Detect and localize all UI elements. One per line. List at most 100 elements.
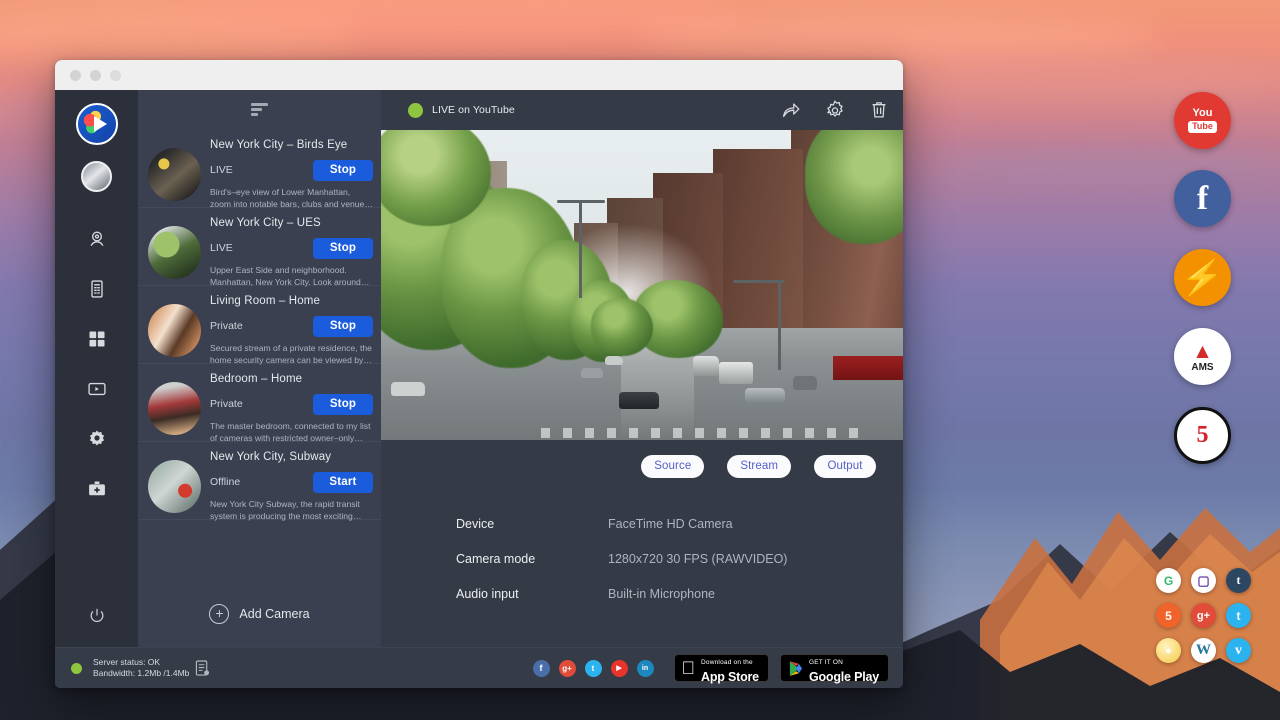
list-item[interactable]: Living Room – Home Private Stop Secured … xyxy=(138,286,381,364)
status-bar: Server status: OK Bandwidth: 1.2Mb /1.4M… xyxy=(55,647,903,688)
plus-circle-icon: + xyxy=(209,604,229,624)
camera-action-button[interactable]: Stop xyxy=(313,160,373,181)
camera-state: Private xyxy=(210,320,313,332)
list-item[interactable]: New York City – UES LIVE Stop Upper East… xyxy=(138,208,381,286)
youtube-label: You xyxy=(1193,108,1213,119)
zoom-button[interactable] xyxy=(110,70,121,81)
tab-stream[interactable]: Stream xyxy=(727,455,791,478)
camera-action-button[interactable]: Stop xyxy=(313,316,373,337)
dock-icon-youtube[interactable]: You Tube xyxy=(1174,92,1231,149)
live-status-indicator xyxy=(408,103,423,118)
app-store-top-label: Download on the xyxy=(701,659,753,666)
share-icon[interactable] xyxy=(780,99,802,121)
tv-icon[interactable] xyxy=(84,376,110,402)
linkedin-icon[interactable]: in xyxy=(637,660,654,677)
tablet-icon[interactable] xyxy=(84,276,110,302)
dock-icon-wowza[interactable]: ▲ AMS xyxy=(1174,328,1231,385)
desktop: New York City – Birds Eye LIVE Stop Bird… xyxy=(0,0,1280,720)
camera-thumbnail xyxy=(148,226,201,279)
camera-thumbnail xyxy=(148,304,201,357)
property-list: Device FaceTime HD Camera Camera mode 12… xyxy=(381,492,903,647)
app-store-button[interactable]:  Download on the App Store xyxy=(674,654,769,682)
twitter-icon[interactable]: t xyxy=(585,660,602,677)
camera-action-button[interactable]: Start xyxy=(313,472,373,493)
google-play-icon xyxy=(788,660,803,677)
camera-state: Private xyxy=(210,398,313,410)
webcam-icon[interactable] xyxy=(84,226,110,252)
dock-icon-lightning[interactable]: ⚡ xyxy=(1174,249,1231,306)
sidebar-rail xyxy=(55,90,138,647)
camera-title: Bedroom – Home xyxy=(210,373,373,385)
facebook-icon[interactable]: f xyxy=(533,660,550,677)
lightning-icon: ⚡ xyxy=(1180,261,1226,295)
camera-state: LIVE xyxy=(210,164,313,176)
camera-title: New York City – UES xyxy=(210,217,373,229)
document-log-icon[interactable] xyxy=(195,660,210,677)
camera-state: LIVE xyxy=(210,242,313,254)
list-item[interactable]: Bedroom – Home Private Stop The master b… xyxy=(138,364,381,442)
property-value[interactable]: FaceTime HD Camera xyxy=(608,517,733,531)
cloud xyxy=(860,58,1280,98)
detail-toolbar: LIVE on YouTube xyxy=(381,90,903,130)
cloud xyxy=(640,14,1160,60)
dock-icon-facebook[interactable]: f xyxy=(1174,170,1231,227)
camera-title: New York City – Birds Eye xyxy=(210,139,373,151)
dock-mini-twitch[interactable]: ▢ xyxy=(1191,568,1216,593)
five-label: 5 xyxy=(1197,422,1209,449)
tab-source[interactable]: Source xyxy=(641,455,704,478)
dock-mini-wordpress[interactable]: W xyxy=(1191,638,1216,663)
dock-mini-vimeo[interactable]: v xyxy=(1226,638,1251,663)
dock-mini-google-plus[interactable]: g+ xyxy=(1191,603,1216,628)
list-item[interactable]: New York City, Subway Offline Start New … xyxy=(138,442,381,520)
camera-action-button[interactable]: Stop xyxy=(313,238,373,259)
property-row: Audio input Built-in Microphone xyxy=(456,576,903,611)
add-camera-button[interactable]: + Add Camera xyxy=(138,581,381,647)
camera-thumbnail xyxy=(148,460,201,513)
app-store-label: App Store xyxy=(701,670,759,684)
ams-label: AMS xyxy=(1191,363,1213,373)
gear-icon[interactable] xyxy=(84,426,110,452)
bandwidth-text: Bandwidth: 1.2Mb /1.4Mb xyxy=(93,668,189,679)
window-titlebar xyxy=(55,60,903,90)
google-plus-icon[interactable]: g+ xyxy=(559,660,576,677)
camera-description: The master bedroom, connected to my list… xyxy=(210,420,373,444)
camera-description: Upper East Side and neighborhood. Manhat… xyxy=(210,264,373,288)
dock-mini-five[interactable]: 5 xyxy=(1156,603,1181,628)
first-aid-kit-icon[interactable] xyxy=(84,476,110,502)
dock-mini-twitter[interactable]: t xyxy=(1226,603,1251,628)
power-icon[interactable] xyxy=(84,603,110,629)
property-value[interactable]: Built-in Microphone xyxy=(608,587,715,601)
camera-list[interactable]: New York City – Birds Eye LIVE Stop Bird… xyxy=(138,130,381,581)
tab-output[interactable]: Output xyxy=(814,455,876,478)
cloud xyxy=(930,150,1280,180)
window-body: New York City – Birds Eye LIVE Stop Bird… xyxy=(55,90,903,647)
server-status-indicator xyxy=(71,663,82,674)
property-value[interactable]: 1280x720 30 FPS (RAWVIDEO) xyxy=(608,552,787,566)
video-preview[interactable] xyxy=(381,130,903,440)
gear-icon[interactable] xyxy=(824,99,846,121)
camera-action-button[interactable]: Stop xyxy=(313,394,373,415)
property-label: Device xyxy=(456,517,608,531)
camera-description: Bird's–eye view of Lower Manhattan, zoom… xyxy=(210,186,373,210)
app-logo-icon[interactable] xyxy=(76,103,118,145)
dock-icon-five[interactable]: 5 xyxy=(1174,407,1231,464)
close-button[interactable] xyxy=(70,70,81,81)
dock-mini-amber[interactable]: ● xyxy=(1156,638,1181,663)
grid-icon[interactable] xyxy=(84,326,110,352)
avatar-icon[interactable] xyxy=(81,161,112,192)
minimize-button[interactable] xyxy=(90,70,101,81)
youtube-icon[interactable]: ▶ xyxy=(611,660,628,677)
add-camera-label: Add Camera xyxy=(239,607,309,621)
live-status-label: LIVE on YouTube xyxy=(432,104,515,116)
youtube-sub-label: Tube xyxy=(1188,121,1217,133)
server-status-text: Server status: OK xyxy=(93,657,189,668)
sort-icon[interactable] xyxy=(251,102,269,118)
list-item[interactable]: New York City – Birds Eye LIVE Stop Bird… xyxy=(138,130,381,208)
dock-mini-g[interactable]: G xyxy=(1156,568,1181,593)
adobe-ams-icon: ▲ AMS xyxy=(1191,341,1213,373)
camera-description: New York City Subway, the rapid transit … xyxy=(210,498,373,522)
google-play-button[interactable]: GET IT ON Google Play xyxy=(780,654,889,682)
trash-icon[interactable] xyxy=(868,99,890,121)
dock-mini-tumblr[interactable]: t xyxy=(1226,568,1251,593)
detail-panel: LIVE on YouTube xyxy=(381,90,903,647)
